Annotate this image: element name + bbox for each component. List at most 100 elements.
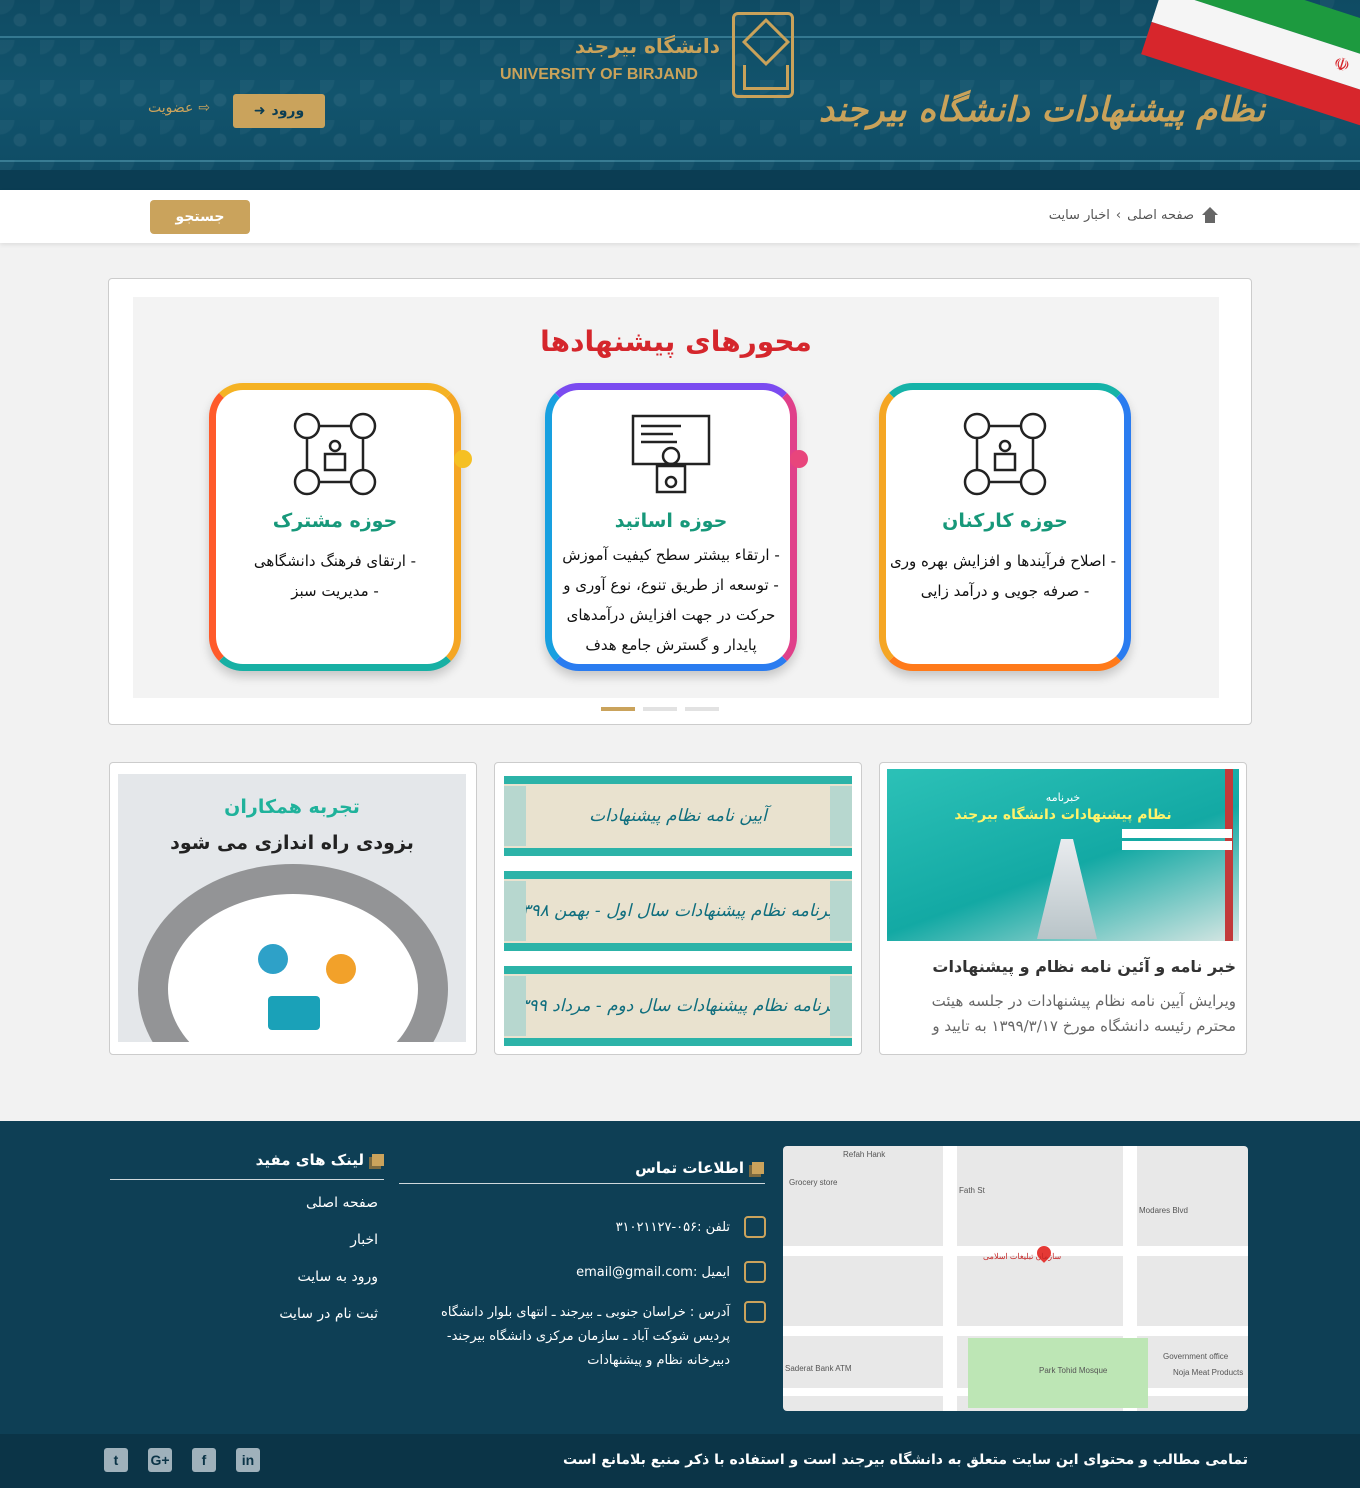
axis-card-shared: حوزه مشترک - ارتقای فرهنگ دانشگاهی - مدی… — [209, 383, 472, 671]
group-meeting-icon — [293, 412, 377, 496]
header-band-bottom — [0, 160, 1360, 162]
axis-card-item: - ارتقای فرهنگ دانشگاهی — [253, 552, 417, 570]
contact-phone: تلفن :۰۵۶-۳۱۰۲۱۱۲۷ — [616, 1216, 766, 1240]
map-label: Saderat Bank ATM — [785, 1364, 852, 1373]
newsletter-banner-1[interactable]: خبرنامه نظام پیشنهادات سال اول - بهمن ۱۳… — [504, 871, 852, 951]
slider-dot-active[interactable] — [601, 707, 635, 711]
useful-links-heading-text: لینک های مفید — [255, 1151, 364, 1169]
facebook-icon[interactable]: f — [192, 1448, 216, 1472]
phone-icon — [744, 1216, 766, 1238]
footer-link-news[interactable]: اخبار — [279, 1228, 378, 1265]
colleague-experience-heading: تجربه همکاران — [224, 796, 360, 818]
breadcrumb: صفحه اصلی › اخبار سایت — [1049, 207, 1220, 223]
axis-card-item: - ارتقاء بیشتر سطح کیفیت آموزش — [562, 546, 780, 564]
login-label: ورود — [271, 103, 305, 119]
social-links: t G+ f in — [104, 1448, 260, 1472]
card-accent-dot — [790, 450, 808, 468]
sign-in-icon: ➜ — [253, 103, 266, 119]
news-box: خبرنامه نظام پیشنهادات دانشگاه بیرجند خب… — [879, 762, 1247, 1055]
site-header: ☫ دانشگاه بیرجند UNIVERSITY OF BIRJAND ن… — [0, 0, 1360, 190]
axis-card-title: حوزه مشترک — [272, 510, 398, 532]
google-plus-icon[interactable]: G+ — [148, 1448, 172, 1472]
register-icon: ⇨ — [198, 100, 211, 116]
contact-heading: اطلاعات تماس — [635, 1159, 764, 1177]
footer-link-home[interactable]: صفحه اصلی — [279, 1191, 378, 1228]
logo-en-text: UNIVERSITY OF BIRJAND — [500, 66, 698, 83]
register-link[interactable]: ⇨ عضویت — [148, 100, 210, 116]
phone-text: تلفن :۰۵۶-۳۱۰۲۱۱۲۷ — [615, 1220, 730, 1235]
axis-card-items: - ارتقاء بیشتر سطح کیفیت آموزش - توسعه ا… — [560, 540, 782, 660]
login-button[interactable]: ورود ➜ — [233, 94, 325, 128]
axis-card-items: - اصلاح فرآیندها و افزایش بهره وری - صرف… — [889, 546, 1116, 606]
search-button[interactable]: جستجو — [150, 200, 250, 234]
slide-title: محورهای پیشنهادها — [540, 325, 812, 358]
linkedin-icon[interactable]: in — [236, 1448, 260, 1472]
slider-dot[interactable] — [685, 707, 719, 711]
twitter-icon[interactable]: t — [104, 1448, 128, 1472]
map-label: Government office — [1163, 1352, 1229, 1361]
newsletter-image[interactable]: خبرنامه نظام پیشنهادات دانشگاه بیرجند — [887, 769, 1239, 941]
breadcrumb-separator: › — [1115, 207, 1122, 223]
breadcrumb-bar: صفحه اصلی › اخبار سایت جستجو — [0, 190, 1360, 243]
logo-mark-icon — [732, 12, 794, 98]
campus-tower-illustration — [1037, 839, 1097, 939]
contact-heading-text: اطلاعات تماس — [635, 1159, 744, 1177]
address-text: آدرس : خراسان جنوبی ـ بیرجند ـ انتهای بل… — [441, 1305, 730, 1368]
axis-card-item: - صرفه جویی و درآمد زایی — [920, 582, 1090, 600]
map-label: Fath St — [959, 1186, 985, 1195]
home-icon[interactable] — [1200, 207, 1220, 223]
lecture-icon — [631, 414, 711, 494]
axis-card-title: حوزه اساتید — [614, 510, 728, 532]
map-label: Grocery store — [789, 1178, 838, 1187]
chat-icon — [258, 944, 288, 974]
contact-divider — [399, 1183, 765, 1184]
regulation-banner[interactable]: آیین نامه نظام پیشنهادات — [504, 776, 852, 856]
heading-bullet-icon — [372, 1154, 384, 1166]
map-label: Modares Blvd — [1139, 1206, 1188, 1215]
useful-links: صفحه اصلی اخبار ورود به سایت ثبت نام در … — [279, 1191, 378, 1339]
footer-link-register[interactable]: ثبت نام در سایت — [279, 1302, 378, 1339]
logo-fa-text: دانشگاه بیرجند — [574, 34, 720, 58]
heading-bullet-icon — [752, 1162, 764, 1174]
site-title: نظام پیشنهادات دانشگاه بیرجند — [818, 90, 1265, 130]
breadcrumb-home[interactable]: صفحه اصلی — [1127, 208, 1194, 223]
group-meeting-icon — [963, 412, 1047, 496]
documents-box: آیین نامه نظام پیشنهادات خبرنامه نظام پی… — [494, 762, 862, 1055]
newsletter-image-caption: نظام پیشنهادات دانشگاه بیرجند — [954, 807, 1172, 823]
slide[interactable]: محورهای پیشنهادها حوزه کارکنان - اصلاح ف… — [133, 297, 1219, 698]
university-logo[interactable]: دانشگاه بیرجند UNIVERSITY OF BIRJAND — [500, 12, 800, 102]
news-excerpt: ویرایش آیین نامه نظام پیشنهادات در جلسه … — [931, 992, 1236, 1035]
news-title[interactable]: خبر نامه و آئین نامه نظام و پیشنهادات — [932, 957, 1236, 976]
newsletter-image-caption-small: خبرنامه — [1045, 791, 1081, 804]
suggestion-axes-slider: محورهای پیشنهادها حوزه کارکنان - اصلاح ف… — [108, 278, 1252, 725]
signpost-icon — [744, 1301, 766, 1323]
axis-card-items: - ارتقای فرهنگ دانشگاهی - مدیریت سبز — [224, 546, 446, 606]
axis-card-item: - اصلاح فرآیندها و افزایش بهره وری — [889, 552, 1116, 570]
footer-link-login[interactable]: ورود به سایت — [279, 1265, 378, 1302]
contact-address: آدرس : خراسان جنوبی ـ بیرجند ـ انتهای بل… — [436, 1301, 766, 1373]
location-map[interactable]: Refah Hank Grocery store Modares Blvd Fa… — [783, 1146, 1248, 1411]
coming-soon-text: بزودی راه اندازی می شود — [170, 832, 414, 854]
axis-card-title: حوزه کارکنان — [942, 510, 1068, 532]
map-label: Noja Meat Products — [1173, 1368, 1244, 1377]
breadcrumb-current[interactable]: اخبار سایت — [1049, 208, 1110, 223]
register-label: عضویت — [148, 100, 194, 116]
axis-card-item: حرکت در جهت افزایش درآمدهای — [566, 606, 776, 624]
copyright-bar: تمامی مطالب و محتوای این سایت متعلق به د… — [0, 1434, 1360, 1488]
axis-card-item: - مدیریت سبز — [291, 582, 379, 600]
copyright-text: تمامی مطالب و محتوای این سایت متعلق به د… — [562, 1452, 1248, 1468]
contact-email: ایمیل :email@gmail.com — [576, 1261, 766, 1285]
newsletter-banner-2[interactable]: خبرنامه نظام پیشنهادات سال دوم - مرداد ۱… — [504, 966, 852, 1046]
colleague-experience-box: تجربه همکاران بزودی راه اندازی می شود — [109, 762, 477, 1055]
axis-card-item: پایدار و گسترش جامع هدف — [585, 636, 757, 654]
mail-icon — [744, 1261, 766, 1283]
map-label: Refah Hank — [843, 1150, 886, 1159]
links-divider — [110, 1179, 384, 1180]
slider-pagination — [601, 707, 719, 711]
slider-dot[interactable] — [643, 707, 677, 711]
colleague-experience-image[interactable]: تجربه همکاران بزودی راه اندازی می شود — [118, 774, 466, 1042]
flag-emblem-icon: ☫ — [1330, 52, 1353, 78]
card-accent-dot — [454, 450, 472, 468]
email-text[interactable]: ایمیل :email@gmail.com — [576, 1261, 730, 1285]
axis-card-item: - توسعه از طریق تنوع، نوع آوری و — [563, 576, 779, 594]
